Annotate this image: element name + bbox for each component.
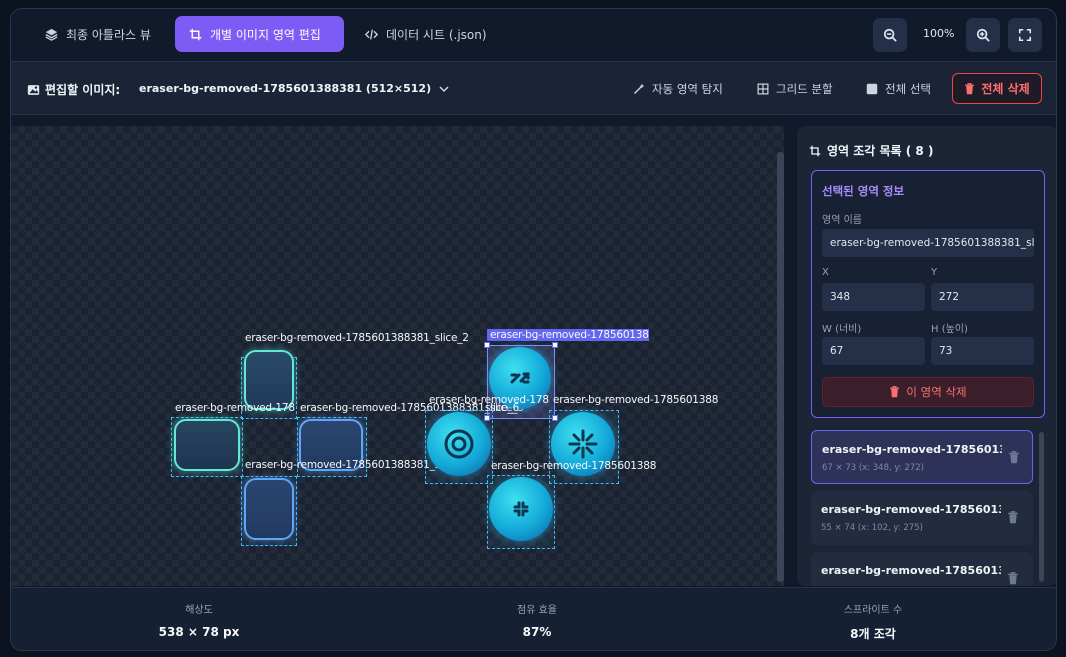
- label-text: 편집할 이미지:: [45, 83, 121, 97]
- panel-title-text: 영역 조각 목록 ( 8 ): [827, 144, 934, 158]
- button-label: 전체 선택: [885, 82, 931, 96]
- sprite-count-stat: 스프라이트 수 8개 조각: [773, 601, 973, 642]
- stat-value: 87%: [522, 625, 552, 639]
- slice-label: eraser-bg-removed-1785601388: [491, 460, 657, 472]
- code-icon: [365, 29, 378, 39]
- stat-label: 스프라이트 수: [843, 605, 903, 616]
- stats-footer: 해상도 538 × 78 px 점유 효율 87% 스프라이트 수 8개 조각: [11, 587, 1056, 650]
- list-item-name: eraser-bg-removed-1785601388381_slice_1: [822, 443, 1002, 456]
- tab-label: 개별 이미지 영역 편집: [210, 27, 321, 42]
- x-input[interactable]: 348: [822, 283, 925, 311]
- sprite-rounded-tile: [244, 478, 294, 540]
- zoom-out-button[interactable]: [873, 18, 907, 52]
- fullscreen-button[interactable]: [1008, 18, 1042, 52]
- resolution-stat: 해상도 538 × 78 px: [99, 601, 299, 639]
- auto-detect-button[interactable]: 자동 영역 탐지: [633, 81, 723, 97]
- button-label: 그리드 분할: [776, 82, 833, 96]
- slice-label-selected: eraser-bg-removed-1785601388: [487, 329, 649, 341]
- shuffle-icon: [510, 372, 530, 384]
- canvas-scrollbar[interactable]: [777, 152, 784, 582]
- stat-label: 점유 효율: [517, 605, 557, 616]
- efficiency-stat: 점유 효율 87%: [437, 601, 637, 639]
- y-label: Y: [931, 267, 938, 278]
- zoom-out-icon: [883, 28, 897, 42]
- list-item[interactable]: eraser-bg-removed-1785601388381_slice_3: [811, 552, 1033, 586]
- compress-arrows-icon: [513, 501, 529, 517]
- trash-icon[interactable]: [1008, 451, 1020, 464]
- list-item-meta: 67 × 73 (x: 348, y: 272): [822, 463, 924, 473]
- list-item-name: eraser-bg-removed-1785601388381_slice_3: [821, 564, 1001, 577]
- button-label: 전체 삭제: [981, 82, 1030, 96]
- list-item[interactable]: eraser-bg-removed-1785601388381_slice_2 …: [811, 491, 1033, 545]
- delete-region-button[interactable]: 이 영역 삭제: [822, 377, 1034, 407]
- stat-label: 해상도: [185, 605, 213, 616]
- tab-atlas-view[interactable]: 최종 아틀라스 뷰: [31, 16, 165, 52]
- image-select-label: 편집할 이미지:: [27, 81, 120, 98]
- sprite-rounded-tile: [244, 350, 294, 410]
- height-input[interactable]: 73: [931, 337, 1034, 365]
- slice-label: slice_6: [485, 402, 520, 414]
- tab-label: 최종 아틀라스 뷰: [66, 27, 151, 42]
- x-label: X: [822, 267, 829, 278]
- grid-split-button[interactable]: 그리드 분할: [757, 81, 833, 97]
- name-label: 영역 이름: [822, 215, 862, 226]
- panel-title: 영역 조각 목록 ( 8 ): [809, 142, 933, 159]
- edit-canvas[interactable]: eraser-bg-removed-1785601388381_slice_2 …: [11, 126, 784, 586]
- tab-data-sheet[interactable]: 데이터 시트 (.json): [351, 16, 501, 52]
- edit-toolbar: 편집할 이미지: eraser-bg-removed-1785601388381…: [11, 61, 1056, 115]
- image-select-dropdown[interactable]: eraser-bg-removed-1785601388381 (512×512…: [139, 82, 449, 95]
- magic-wand-icon: [633, 83, 645, 95]
- list-item[interactable]: eraser-bg-removed-1785601388381_slice_1 …: [811, 430, 1033, 484]
- resize-handle[interactable]: [552, 342, 558, 348]
- region-list-panel: 영역 조각 목록 ( 8 ) 선택된 영역 정보 영역 이름 eraser-bg…: [797, 126, 1056, 586]
- slice-label: eraser-bg-removed-178: [175, 402, 295, 414]
- sprite-rounded-tile: [174, 419, 240, 471]
- sprite-compress-orb: [489, 477, 553, 541]
- app-window: 최종 아틀라스 뷰 개별 이미지 영역 편집 데이터 시트 (.json) 10…: [10, 8, 1057, 651]
- slice-label: eraser-bg-removed-1785601388381_slice_2: [245, 332, 469, 344]
- crop-icon: [189, 28, 202, 40]
- selected-image-text: eraser-bg-removed-1785601388381 (512×512…: [139, 82, 432, 95]
- panel-scrollbar[interactable]: [1039, 432, 1044, 582]
- button-label: 이 영역 삭제: [906, 385, 967, 399]
- y-input[interactable]: 272: [931, 283, 1034, 311]
- select-all-button[interactable]: 전체 선택: [866, 81, 931, 97]
- h-label: H (높이): [931, 324, 968, 335]
- stat-value: 538 × 78 px: [158, 625, 240, 639]
- zoom-level: 100%: [923, 27, 955, 40]
- top-bar: 최종 아틀라스 뷰 개별 이미지 영역 편집 데이터 시트 (.json) 10…: [11, 9, 1056, 61]
- tab-label: 데이터 시트 (.json): [386, 27, 487, 42]
- region-name-input[interactable]: eraser-bg-removed-1785601388381_slice_1: [822, 229, 1034, 257]
- crop-icon: [809, 145, 821, 156]
- selected-region-info: 선택된 영역 정보 영역 이름 eraser-bg-removed-178560…: [811, 170, 1045, 418]
- stat-value: 8개 조각: [850, 627, 896, 641]
- checkbox-icon: [866, 83, 878, 95]
- fullscreen-icon: [1018, 28, 1032, 42]
- button-label: 자동 영역 탐지: [652, 82, 723, 96]
- zoom-in-button[interactable]: [966, 18, 1000, 52]
- list-item-name: eraser-bg-removed-1785601388381_slice_2: [821, 503, 1001, 516]
- image-icon: [27, 84, 40, 95]
- selected-info-title: 선택된 영역 정보: [822, 184, 905, 198]
- trash-icon: [965, 82, 975, 94]
- sparkle-icon: [568, 429, 598, 459]
- tab-region-edit[interactable]: 개별 이미지 영역 편집: [175, 16, 344, 52]
- chevron-down-icon: [439, 85, 449, 92]
- trash-icon[interactable]: [1007, 511, 1019, 524]
- w-label: W (너비): [822, 324, 862, 335]
- grid-icon: [757, 83, 769, 95]
- resize-handle[interactable]: [484, 342, 490, 348]
- layers-icon: [45, 28, 58, 41]
- target-icon: [444, 429, 474, 459]
- list-item-meta: 55 × 74 (x: 102, y: 275): [821, 523, 923, 533]
- trash-icon: [890, 386, 900, 398]
- zoom-in-icon: [976, 28, 990, 42]
- sprite-target-orb: [427, 412, 491, 476]
- slice-label: eraser-bg-removed-1785601388: [553, 394, 719, 406]
- trash-icon[interactable]: [1007, 572, 1019, 585]
- delete-all-button[interactable]: 전체 삭제: [952, 73, 1042, 104]
- width-input[interactable]: 67: [822, 337, 925, 365]
